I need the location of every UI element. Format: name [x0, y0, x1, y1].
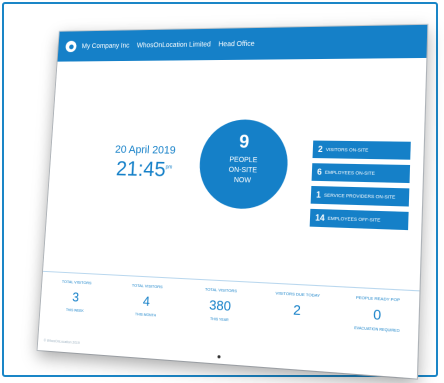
page-indicator-dot[interactable] — [217, 355, 221, 359]
summary-bar: TOTAL VISITORS 3 THIS WEEK TOTAL VISITOR… — [38, 270, 420, 362]
app-logo-icon[interactable] — [65, 40, 77, 53]
visitors-this-month-stat[interactable]: TOTAL VISITORS 4 THIS MONTH — [108, 275, 184, 345]
top-bar: My Company Inc WhosOnLocation Limited He… — [57, 24, 428, 62]
employees-off-site-button[interactable]: 14 EMPLOYEES OFF-SITE — [309, 208, 409, 231]
stat-value: 0 — [373, 306, 382, 324]
evacuation-stat[interactable]: PEOPLE READY POP 0 EVACUATION REQUIRED — [335, 287, 419, 362]
stat-title: VISITORS DUE TODAY — [275, 290, 321, 298]
dashboard-screen: My Company Inc WhosOnLocation Limited He… — [37, 24, 428, 379]
current-date: 20 April 2019 — [114, 143, 176, 157]
stat-value: 4 — [142, 293, 151, 309]
visitors-due-today-stat[interactable]: VISITORS DUE TODAY 2 — [256, 283, 338, 356]
visitors-this-week-stat[interactable]: TOTAL VISITORS 3 THIS WEEK — [39, 272, 113, 340]
stat-label: EMPLOYEES OFF-SITE — [327, 215, 381, 223]
stat-period: EVACUATION REQUIRED — [354, 325, 400, 334]
service-providers-on-site-button[interactable]: 1 SERVICE PROVIDERS ON-SITE — [310, 185, 410, 207]
stat-title: TOTAL VISITORS — [61, 278, 92, 286]
organization-name[interactable]: WhosOnLocation Limited — [137, 41, 211, 49]
stat-number: 6 — [316, 167, 322, 177]
stat-period: THIS MONTH — [135, 312, 157, 318]
stat-value: 380 — [208, 297, 232, 314]
stat-period: THIS YEAR — [210, 316, 229, 323]
stat-buttons: 2 VISITORS ON-SITE 6 EMPLOYEES ON-SITE 1… — [309, 140, 411, 236]
location-name[interactable]: Head Office — [218, 40, 254, 47]
employees-on-site-button[interactable]: 6 EMPLOYEES ON-SITE — [311, 163, 411, 184]
stat-label: EMPLOYEES ON-SITE — [324, 169, 375, 176]
stat-value: 2 — [292, 301, 302, 319]
stat-title: PEOPLE READY POP — [355, 294, 401, 303]
visitors-this-year-stat[interactable]: TOTAL VISITORS 380 THIS YEAR — [181, 279, 260, 350]
company-name[interactable]: My Company Inc — [82, 42, 130, 49]
people-count: 9 — [238, 131, 250, 152]
people-on-site-circle[interactable]: 9 PEOPLE ON-SITE NOW — [197, 119, 290, 211]
visitors-on-site-button[interactable]: 2 VISITORS ON-SITE — [312, 140, 411, 160]
people-label: PEOPLE ON-SITE NOW — [199, 155, 288, 187]
stat-title: TOTAL VISITORS — [204, 286, 238, 294]
time-suffix: pm — [165, 164, 173, 171]
stat-value: 3 — [71, 289, 80, 305]
stage: My Company Inc WhosOnLocation Limited He… — [0, 0, 444, 383]
current-time: 21:45pm — [113, 158, 175, 183]
stat-label: VISITORS ON-SITE — [325, 146, 369, 153]
date-time-panel: 20 April 2019 21:45pm — [113, 144, 176, 183]
stat-number: 2 — [317, 144, 323, 155]
stat-label: SERVICE PROVIDERS ON-SITE — [323, 192, 396, 200]
stat-number: 1 — [315, 190, 322, 200]
stat-period — [258, 320, 337, 325]
stat-title: TOTAL VISITORS — [131, 282, 163, 290]
footer-copyright: © WhosOnLocation 2019 — [43, 338, 80, 346]
stat-number: 14 — [315, 213, 325, 223]
stat-period: THIS WEEK — [65, 307, 84, 314]
time-value: 21:45 — [115, 157, 167, 182]
people-label-line: NOW — [233, 176, 252, 185]
